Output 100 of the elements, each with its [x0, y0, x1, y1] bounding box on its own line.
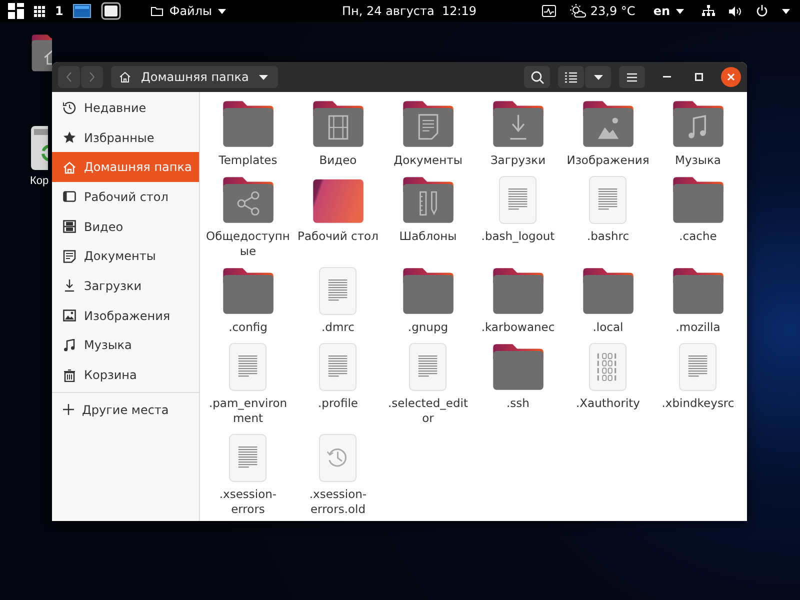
- folder-icon: [402, 266, 454, 315]
- home-icon: [119, 71, 131, 83]
- file-item[interactable]: .dmrc: [293, 266, 383, 335]
- share-folder-icon: [222, 176, 274, 224]
- folder-icon: [151, 6, 164, 16]
- film-icon: [63, 220, 76, 234]
- close-icon: [727, 73, 735, 81]
- file-item[interactable]: .bashrc: [563, 176, 653, 259]
- trash-icon[interactable]: [30, 125, 48, 171]
- file-item[interactable]: Рабочий стол: [293, 176, 383, 259]
- search-icon: [530, 70, 544, 84]
- back-button[interactable]: [58, 66, 80, 88]
- workspace-number[interactable]: 1: [55, 4, 64, 18]
- sidebar-item[interactable]: Избранные: [52, 122, 199, 152]
- network-icon[interactable]: [702, 5, 715, 17]
- weather-sun-cloud-icon[interactable]: [570, 4, 586, 18]
- folder-icon: [222, 100, 274, 148]
- text-file-icon: [409, 342, 447, 391]
- app-grid-icon[interactable]: [34, 6, 45, 16]
- sidebar-item[interactable]: Музыка: [52, 330, 199, 360]
- sidebar-item[interactable]: Рабочий стол: [52, 182, 199, 212]
- text-file-icon: [319, 342, 357, 391]
- folder-icon: [492, 342, 544, 391]
- file-item[interactable]: .selected_editor: [383, 342, 473, 426]
- file-item[interactable]: Загрузки: [473, 100, 563, 168]
- file-item[interactable]: Шаблоны: [383, 176, 473, 259]
- folder-icon: [492, 266, 544, 315]
- sidebar-item[interactable]: Видео: [52, 212, 199, 242]
- document-icon: [63, 250, 76, 263]
- screen-icon: [63, 190, 76, 204]
- file-item[interactable]: .profile: [293, 342, 383, 426]
- text-file-icon: [319, 266, 357, 315]
- clock-icon: [63, 101, 76, 114]
- window-thumbnail-icon[interactable]: [101, 2, 122, 20]
- doc-folder-icon: [402, 100, 454, 148]
- file-item[interactable]: .pam_environment: [203, 342, 293, 426]
- file-item[interactable]: .xbindkeysrc: [653, 342, 743, 426]
- volume-icon[interactable]: [729, 6, 742, 16]
- sidebar-item[interactable]: Изображения: [52, 300, 199, 330]
- folder-icon: [582, 266, 634, 315]
- file-item[interactable]: Документы: [383, 100, 473, 168]
- text-file-icon: [229, 342, 267, 391]
- tpl-folder-icon: [402, 176, 454, 224]
- file-item[interactable]: .mozilla: [653, 266, 743, 335]
- clock[interactable]: Пн, 24 августа 12:19: [342, 4, 477, 18]
- activities-icon[interactable]: [8, 3, 24, 19]
- other-locations-item[interactable]: Другие места: [52, 394, 199, 425]
- file-item[interactable]: .config: [203, 266, 293, 335]
- file-item[interactable]: .gnupg: [383, 266, 473, 335]
- file-item[interactable]: .ssh: [473, 342, 563, 426]
- text-file-icon: [499, 176, 537, 224]
- binary-file-icon: [589, 342, 627, 391]
- path-bar-button[interactable]: Домашняя папка: [111, 66, 278, 88]
- home-icon: [63, 160, 76, 174]
- minimize-icon: [663, 76, 671, 78]
- view-options-button[interactable]: [585, 66, 611, 88]
- file-item[interactable]: .bash_logout: [473, 176, 563, 259]
- file-item[interactable]: Музыка: [653, 100, 743, 168]
- plus-icon: [63, 404, 74, 416]
- file-item[interactable]: Templates: [203, 100, 293, 168]
- file-item[interactable]: .xsession-errors: [203, 434, 293, 516]
- sidebar-item[interactable]: Домашняя папка: [52, 152, 199, 182]
- download-icon: [63, 279, 76, 292]
- list-icon: [565, 72, 577, 82]
- file-item[interactable]: Общедоступные: [203, 176, 293, 259]
- caret-icon[interactable]: [782, 8, 790, 14]
- app-menu[interactable]: Файлы: [147, 4, 230, 18]
- file-item[interactable]: Изображения: [563, 100, 653, 168]
- star-icon: [63, 131, 76, 144]
- file-item[interactable]: .cache: [653, 176, 743, 259]
- forward-button[interactable]: [81, 66, 103, 88]
- text-file-icon: [589, 176, 627, 224]
- language-menu[interactable]: en: [649, 4, 688, 18]
- image-icon: [63, 309, 76, 322]
- caret-icon: [258, 74, 268, 80]
- system-monitor-icon[interactable]: [542, 5, 556, 17]
- sidebar-item[interactable]: Недавние: [52, 93, 199, 123]
- desktop-icon-label[interactable]: Кор: [30, 175, 49, 187]
- file-item[interactable]: .xsession-errors.old: [293, 434, 383, 516]
- down-folder-icon: [492, 100, 544, 148]
- search-button[interactable]: [524, 66, 550, 88]
- window-thumbnail-icon[interactable]: [73, 4, 92, 18]
- caret-icon: [218, 8, 226, 14]
- list-view-button[interactable]: [558, 66, 584, 88]
- file-item[interactable]: .Xauthority: [563, 342, 653, 426]
- video-folder-icon: [312, 100, 364, 148]
- folder-icon: [222, 266, 274, 315]
- sidebar-item[interactable]: Корзина: [52, 360, 199, 390]
- menu-button[interactable]: [619, 66, 645, 88]
- sidebar-item[interactable]: Документы: [52, 241, 199, 272]
- sidebar-item[interactable]: Загрузки: [52, 271, 199, 301]
- file-item[interactable]: .karbowanec: [473, 266, 563, 335]
- temperature-text: 23,9 °C: [590, 4, 636, 18]
- trash-icon: [63, 368, 76, 382]
- close-button[interactable]: [721, 67, 741, 87]
- caret-icon: [676, 8, 684, 14]
- music-note-icon: [63, 338, 76, 352]
- file-item[interactable]: .local: [563, 266, 653, 335]
- file-item[interactable]: Видео: [293, 100, 383, 168]
- power-icon[interactable]: [756, 5, 768, 17]
